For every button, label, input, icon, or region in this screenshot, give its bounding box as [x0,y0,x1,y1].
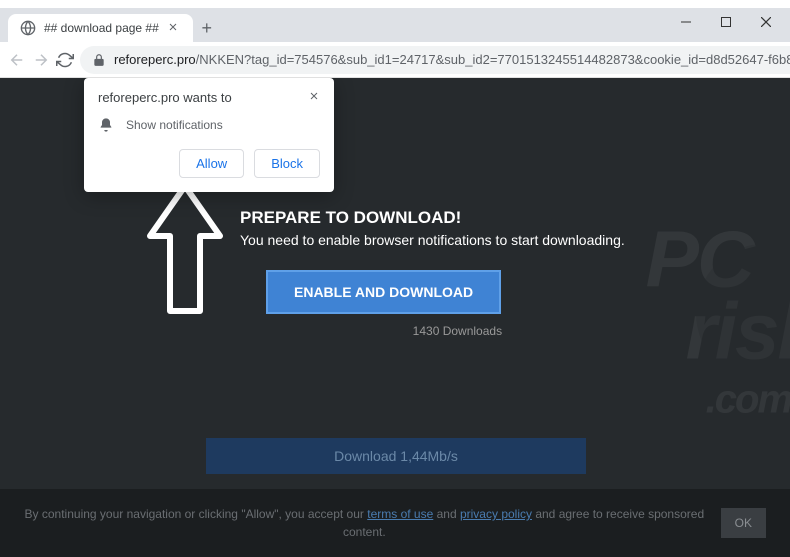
minimize-button[interactable] [666,8,706,36]
back-button[interactable] [8,46,26,74]
url-path: /NKKEN?tag_id=754576&sub_id1=24717&sub_i… [196,52,790,67]
reload-button[interactable] [56,46,74,74]
terms-link[interactable]: terms of use [367,507,433,521]
address-bar[interactable]: reforeperc.pro /NKKEN?tag_id=754576&sub_… [80,46,790,74]
pointing-arrow-icon [145,186,225,321]
download-speed-button[interactable]: Download 1,44Mb/s [206,438,586,474]
block-button[interactable]: Block [254,149,320,178]
maximize-button[interactable] [706,8,746,36]
close-window-button[interactable] [746,8,786,36]
permission-close-icon[interactable] [308,90,320,102]
tab-bar: ## download page ## + [0,8,790,42]
new-tab-button[interactable]: + [193,14,221,42]
prepare-heading: PREPARE TO DOWNLOAD! [240,208,625,228]
notification-permission-dialog: reforeperc.pro wants to Show notificatio… [84,78,334,192]
permission-body-text: Show notifications [126,118,223,132]
lock-icon [92,53,106,67]
cookie-banner: By continuing your navigation or clickin… [0,489,790,557]
browser-tab[interactable]: ## download page ## [8,14,193,42]
watermark: PC risk .com [646,213,790,422]
globe-icon [20,20,36,36]
downloads-count: 1430 Downloads [290,324,625,338]
forward-button[interactable] [32,46,50,74]
permission-domain-text: reforeperc.pro wants to [98,90,308,105]
page-content: PC risk .com PREPARE TO DOWNLOAD! You ne… [0,78,790,557]
tab-close-icon[interactable] [167,21,181,35]
cookie-text: By continuing your navigation or clickin… [24,505,705,541]
bell-icon [98,117,114,133]
url-domain: reforeperc.pro [114,52,196,67]
cookie-ok-button[interactable]: OK [721,508,766,538]
allow-button[interactable]: Allow [179,149,244,178]
enable-download-button[interactable]: ENABLE AND DOWNLOAD [266,270,501,314]
browser-toolbar: reforeperc.pro /NKKEN?tag_id=754576&sub_… [0,42,790,78]
tab-title: ## download page ## [44,21,159,35]
privacy-link[interactable]: privacy policy [460,507,532,521]
subtitle-text: You need to enable browser notifications… [240,232,625,248]
